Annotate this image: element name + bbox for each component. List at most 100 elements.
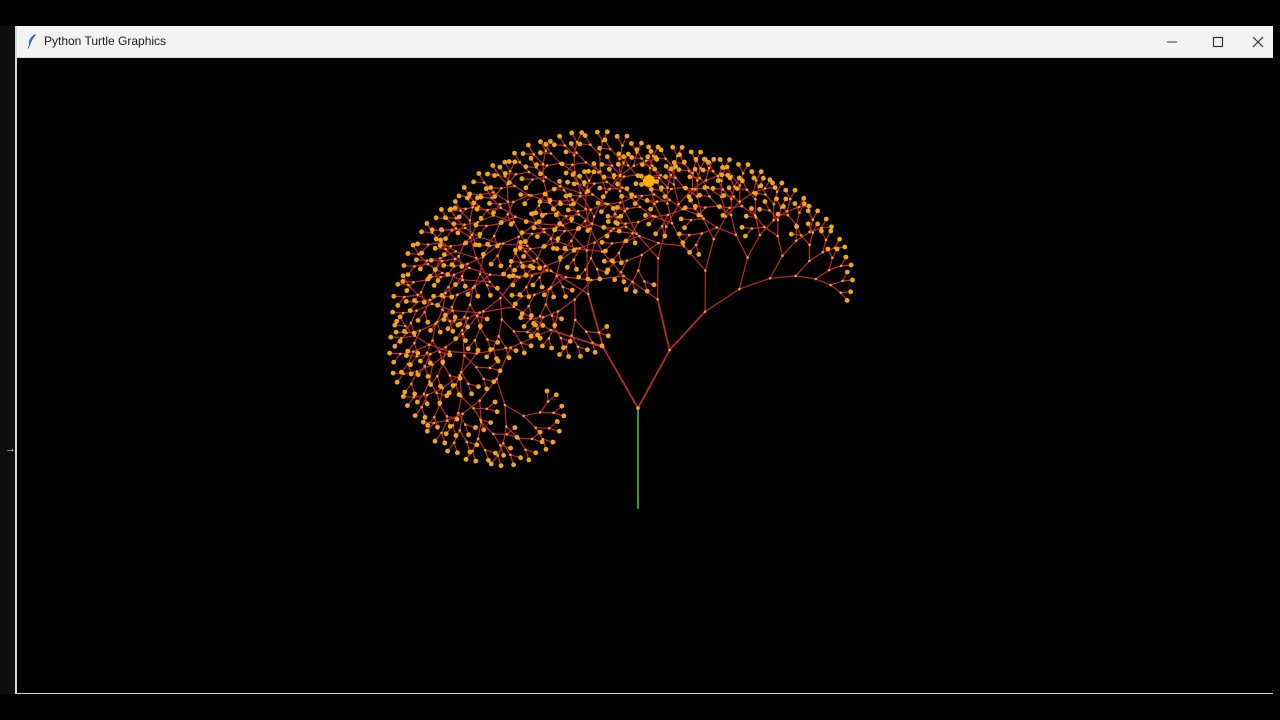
branch-segment [656,298,671,352]
joint-dot [700,232,704,235]
joint-dot [452,441,456,445]
joint-dot [476,437,480,441]
branch-segment [795,231,811,242]
leaf-dot [612,277,618,283]
maximize-button[interactable] [1195,26,1241,57]
leaf-dot [484,386,490,392]
branch-segment [559,199,574,202]
joint-dot [496,173,500,176]
leaf-dot [751,175,757,181]
branch-segment [577,209,592,212]
leaf-dot [461,185,467,190]
branch-segment [668,310,706,352]
joint-dot [461,412,465,416]
joint-dot [655,200,659,203]
joint-dot [525,285,528,289]
joint-dot [610,242,614,245]
joint-dot [457,254,460,258]
joint-dot [741,172,745,175]
title-bar[interactable]: Python Turtle Graphics [17,26,1273,58]
leaf-dot [693,156,699,162]
joint-dot [544,149,548,153]
branch-segment [708,195,719,207]
leaf-dot [603,248,608,254]
joint-dot [412,280,415,284]
leaf-dot [488,292,493,298]
joint-dot [496,254,499,258]
leaf-dot [447,424,453,429]
leaf-dot [623,287,629,292]
leaf-dot [421,299,427,305]
branch-segment [584,257,592,271]
leaf-dot [414,257,419,263]
joint-dot [500,318,504,321]
joint-dot [485,407,489,411]
leaf-dot [510,282,516,288]
branch-segment [688,232,703,236]
leaf-dot [551,294,556,300]
joint-dot [448,374,452,377]
joint-dot [572,153,576,157]
leaf-dot [473,458,479,464]
leaf-dot [616,151,622,157]
joint-dot [449,245,453,248]
leaf-dot [601,174,607,180]
leaf-dot [535,234,540,240]
leaf-dot [624,186,630,192]
leaf-dot [599,239,605,245]
joint-dot [789,197,792,201]
leaf-dot [432,267,438,272]
branch-segment [815,269,830,280]
leaf-dot [557,221,563,227]
joint-dot [549,328,552,332]
leaf-dot [552,227,557,233]
joint-dot [579,191,582,195]
joint-dot [524,448,527,452]
leaf-dot [465,292,471,297]
leaf-dot [488,185,494,190]
joint-dot [577,213,581,216]
joint-dot [503,403,507,407]
turtle-canvas[interactable] [17,58,1273,693]
branch-segment [786,198,791,212]
close-button[interactable] [1241,26,1275,57]
branch-segment [515,171,530,175]
leaf-dot [477,323,483,329]
joint-dot [486,338,489,341]
joint-dot [444,345,448,349]
leaf-dot [456,193,462,199]
leaf-dot [433,215,439,221]
branch-segment [531,231,546,235]
branch-segment [704,288,741,313]
leaf-dot [819,228,824,234]
minimize-button[interactable] [1149,26,1195,57]
joint-dot [763,225,766,229]
joint-dot [420,405,424,409]
joint-dot [776,234,779,238]
leaf-dot [591,169,597,175]
joint-dot [458,429,462,432]
joint-dot [544,212,547,216]
joint-dot [479,420,483,424]
joint-dot [534,426,537,430]
leaf-dot [431,293,436,299]
joint-dot [425,393,429,397]
joint-dot [638,234,641,238]
joint-dot [545,268,549,272]
joint-dot [486,208,489,212]
leaf-dot [559,403,565,409]
leaf-dot [493,450,498,456]
leaf-dot [557,352,562,357]
joint-dot [584,161,588,164]
leaf-dot [680,240,686,246]
leaf-dot [629,155,635,160]
leaf-dot [568,141,574,146]
joint-dot [475,366,478,369]
turtle-window[interactable]: Python Turtle Graphics [15,26,1273,694]
leaf-dot [601,224,607,230]
joint-dot [570,239,573,243]
joint-dot [648,166,652,170]
leaf-dot [602,137,608,143]
joint-dot [468,303,472,306]
branch-segment [479,327,488,340]
